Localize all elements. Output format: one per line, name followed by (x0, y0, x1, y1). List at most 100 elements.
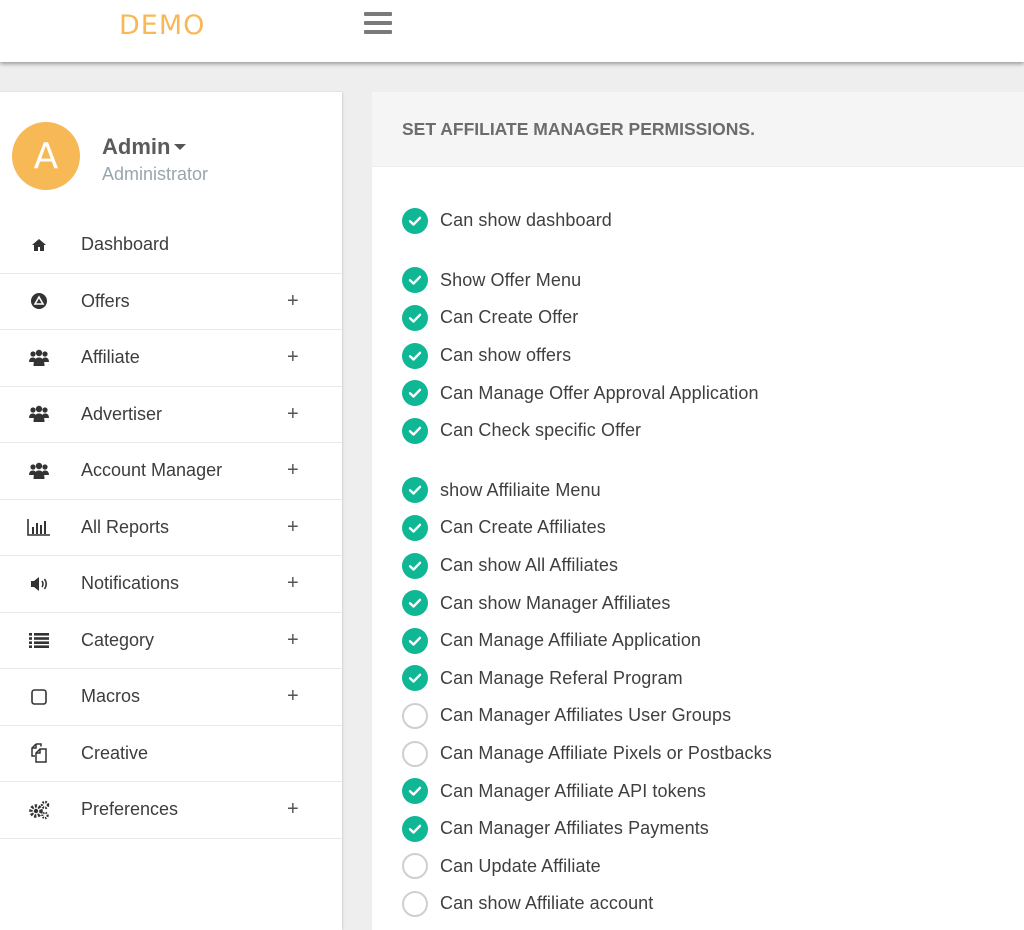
permission-label: Can Manage Offer Approval Application (440, 382, 759, 403)
unchecked-checkbox-icon[interactable] (402, 890, 428, 917)
checked-checkbox-icon[interactable] (402, 267, 428, 294)
sidebar-item-creative[interactable]: Creative (0, 726, 342, 782)
expand-plus-icon[interactable]: + (287, 629, 299, 652)
sidebar-item-label: Category (81, 629, 155, 650)
unchecked-checkbox-icon[interactable] (402, 740, 428, 767)
checked-checkbox-icon[interactable] (402, 380, 428, 407)
users-icon (27, 459, 51, 483)
menu-toggle-button[interactable] (364, 12, 392, 36)
expand-plus-icon[interactable]: + (287, 346, 299, 369)
bar-chart-icon (27, 515, 51, 539)
sidebar-item-advertiser[interactable]: Advertiser + (0, 387, 342, 443)
users-icon (27, 346, 51, 370)
checked-checkbox-icon[interactable] (402, 665, 428, 692)
permission-item[interactable]: Can show offers (402, 337, 772, 375)
permission-label: Can Manager Affiliates Payments (440, 818, 709, 839)
sidebar-item-category[interactable]: Category + (0, 613, 342, 669)
user-role: Administrator (102, 164, 209, 184)
checked-checkbox-icon[interactable] (402, 815, 428, 842)
permission-label: Can show dashboard (440, 210, 612, 231)
panel-title: SET AFFILIATE MANAGER PERMISSIONS. (402, 118, 755, 139)
permission-item[interactable]: Can Manage Affiliate Pixels or Postbacks (402, 735, 772, 773)
sidebar-item-label: Dashboard (81, 234, 170, 255)
permission-label: Can show All Affiliates (440, 555, 619, 576)
brand-logo[interactable]: DEMO (119, 10, 205, 41)
permission-item[interactable]: Can show Affiliate account (402, 885, 772, 923)
expand-plus-icon[interactable]: + (287, 290, 299, 313)
permission-label: Can show offers (440, 345, 572, 366)
permission-item[interactable]: Can show All Affiliates (402, 547, 772, 585)
sidebar-item-label: Advertiser (81, 403, 163, 424)
speaker-icon (27, 572, 51, 596)
expand-plus-icon[interactable]: + (287, 516, 299, 539)
list-icon (27, 628, 51, 652)
permission-item[interactable]: Can Update Affiliate (402, 848, 772, 886)
checked-checkbox-icon[interactable] (402, 514, 428, 541)
sidebar-item-macros[interactable]: Macros + (0, 669, 342, 726)
permission-item[interactable]: Can Manager Affiliates User Groups (402, 697, 772, 735)
sidebar-item-label: Affiliate (81, 347, 140, 368)
permission-item[interactable]: show Affiliaite Menu (402, 472, 772, 510)
sidebar-item-label: Offers (81, 290, 130, 311)
sidebar-item-preferences[interactable]: Preferences + (0, 782, 342, 839)
sidebar-item-all-reports[interactable]: All Reports + (0, 500, 342, 556)
permission-item[interactable]: Can show dashboard (402, 202, 772, 240)
permission-label: show Affiliaite Menu (440, 479, 601, 500)
expand-plus-icon[interactable]: + (287, 459, 299, 482)
permission-label: Can Manage Affiliate Application (440, 630, 702, 651)
checked-checkbox-icon[interactable] (402, 207, 428, 234)
permission-item[interactable]: Can Manage Referal Program (402, 660, 772, 698)
sidebar-item-offers[interactable]: Offers + (0, 274, 342, 330)
permission-item[interactable]: Show Offer Menu (402, 262, 772, 300)
permission-item[interactable]: Can Manage Offer Approval Application (402, 374, 772, 412)
permission-label: Can Create Offer (440, 307, 579, 328)
unchecked-checkbox-icon[interactable] (402, 702, 428, 729)
checked-checkbox-icon[interactable] (402, 477, 428, 504)
square-icon (27, 685, 51, 709)
copy-icon (27, 741, 51, 765)
sidebar-item-account-manager[interactable]: Account Manager + (0, 443, 342, 500)
permission-label: Can show Manager Affiliates (440, 592, 671, 613)
checked-checkbox-icon[interactable] (402, 304, 428, 331)
home-icon (27, 233, 51, 257)
expand-plus-icon[interactable]: + (287, 403, 299, 426)
sidebar-item-dashboard[interactable]: Dashboard (0, 217, 342, 274)
panel-header: SET AFFILIATE MANAGER PERMISSIONS. (372, 92, 1024, 167)
sidebar-item-affiliate[interactable]: Affiliate + (0, 330, 342, 387)
checked-checkbox-icon[interactable] (402, 417, 428, 444)
permission-item[interactable]: Can Manager Affiliate API tokens (402, 772, 772, 810)
expand-plus-icon[interactable]: + (287, 685, 299, 708)
permissions-list: Can show dashboard Show Offer Menu Can Cre… (402, 202, 772, 930)
permission-group: Show Offer Menu Can Create Offer Can show … (402, 262, 772, 450)
permission-item[interactable]: Can Create Offer (402, 299, 772, 337)
sidebar-item-label: All Reports (81, 516, 170, 537)
checked-checkbox-icon[interactable] (402, 590, 428, 617)
offers-icon (27, 289, 51, 313)
avatar: A (12, 122, 80, 190)
caret-down-icon (174, 144, 187, 150)
permission-item[interactable]: Can Check specific Offer (402, 412, 772, 450)
permission-group: show Affiliaite Menu Can Create Affiliate… (402, 472, 772, 923)
permission-label: Can Check specific Offer (440, 420, 642, 441)
sidebar-menu: Dashboard Offers + Affiliate + Advertiser + Acc… (0, 217, 342, 839)
permission-item[interactable]: Can Manager Affiliates Payments (402, 810, 772, 848)
permission-item[interactable]: Can Create Affiliates (402, 509, 772, 547)
permission-label: Can Update Affiliate (440, 855, 601, 876)
sidebar-item-label: Macros (81, 686, 141, 707)
sidebar-item-notifications[interactable]: Notifications + (0, 556, 342, 613)
permission-item[interactable]: Can show Manager Affiliates (402, 584, 772, 622)
permission-item[interactable]: Can Manage Affiliate Application (402, 622, 772, 660)
permission-label: Can Manager Affiliate API tokens (440, 780, 707, 801)
unchecked-checkbox-icon[interactable] (402, 853, 428, 880)
checked-checkbox-icon[interactable] (402, 627, 428, 654)
sidebar-item-label: Notifications (81, 573, 180, 594)
expand-plus-icon[interactable]: + (287, 798, 299, 821)
checked-checkbox-icon[interactable] (402, 552, 428, 579)
gears-icon (27, 798, 51, 822)
checked-checkbox-icon[interactable] (402, 778, 428, 805)
sidebar-item-label: Account Manager (81, 460, 223, 481)
checked-checkbox-icon[interactable] (402, 342, 428, 369)
expand-plus-icon[interactable]: + (287, 572, 299, 595)
sidebar: A Admin Administrator Dashboard Offers + Af… (0, 92, 342, 930)
user-menu-toggle[interactable]: Admin (102, 134, 187, 160)
